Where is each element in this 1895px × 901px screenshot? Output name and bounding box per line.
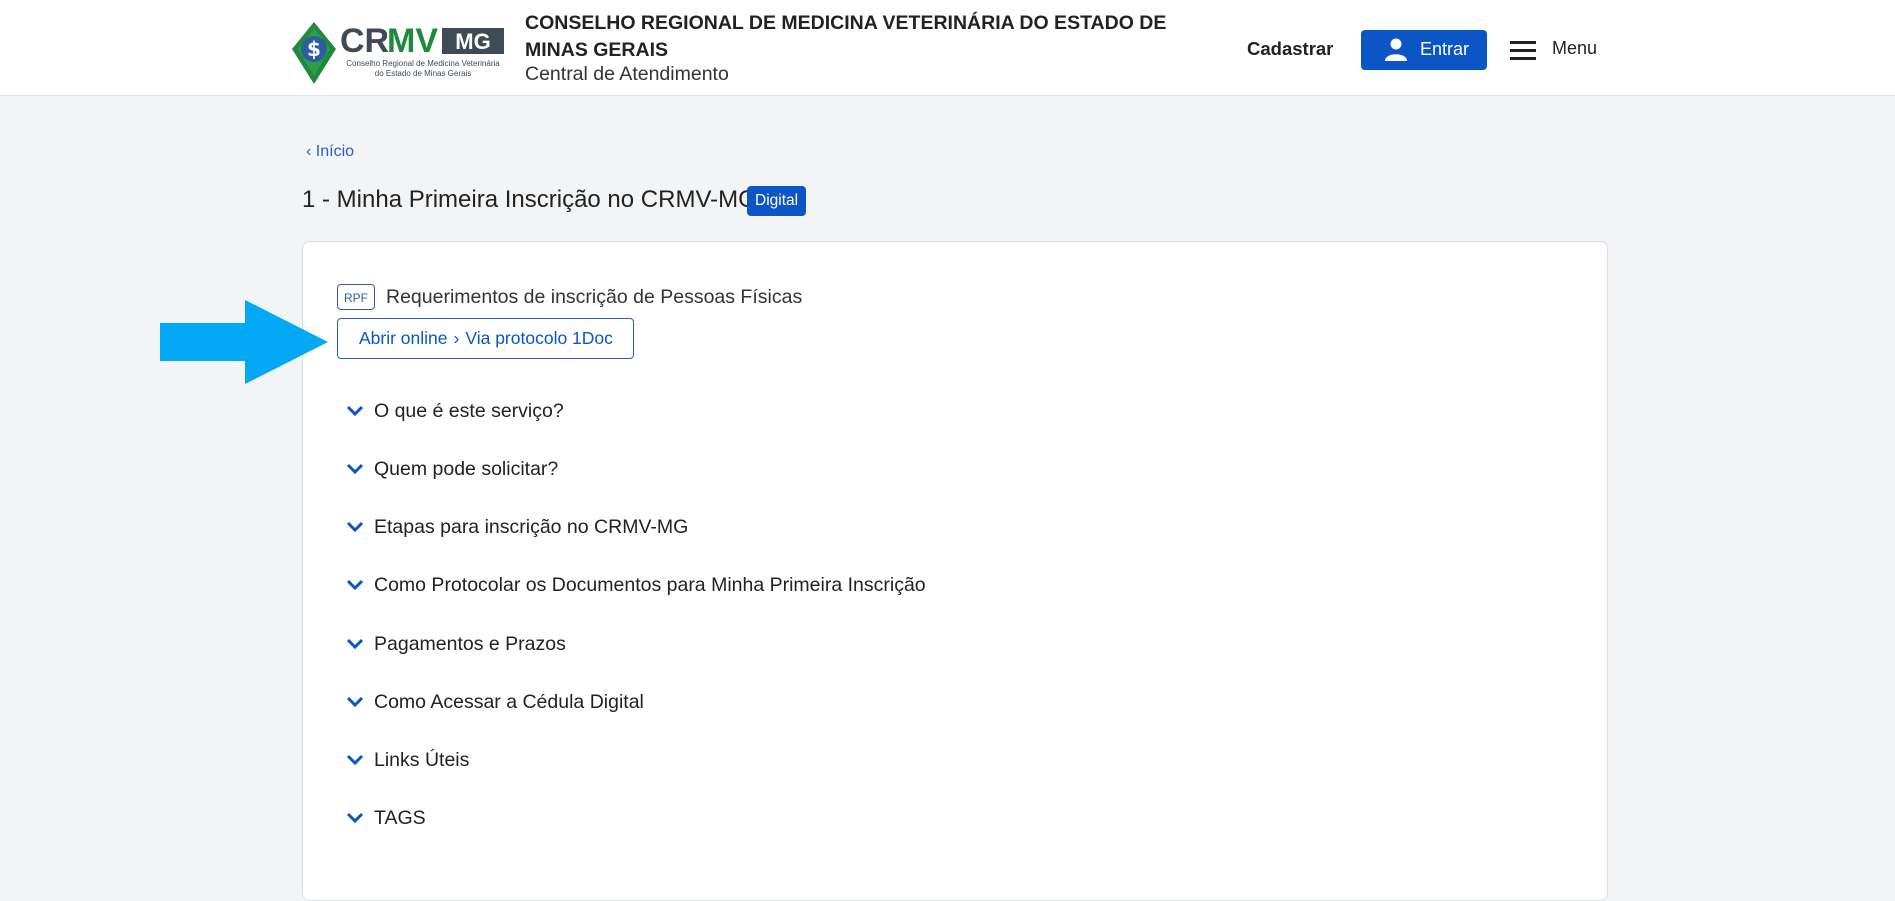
menu-label: Menu <box>1552 38 1598 58</box>
accordion-label: Como Acessar a Cédula Digital <box>374 691 644 713</box>
breadcrumb-back-link[interactable]: ‹ Início <box>306 143 354 161</box>
open-online-via: Via protocolo 1Doc <box>465 328 613 348</box>
accordion-label: TAGS <box>374 807 426 829</box>
user-icon <box>1384 37 1408 66</box>
chevron-down-icon <box>346 576 364 599</box>
svg-text:MV: MV <box>387 22 438 60</box>
svg-text:Conselho Regional de Medicina: Conselho Regional de Medicina Veterinári… <box>346 59 500 68</box>
svg-text:$: $ <box>307 37 321 61</box>
open-online-button[interactable]: Abrir online › Via protocolo 1Doc <box>337 318 634 359</box>
svg-text:do Estado de Minas Gerais: do Estado de Minas Gerais <box>375 69 472 78</box>
open-online-label: Abrir online <box>359 328 448 348</box>
chevron-down-icon <box>346 518 364 541</box>
digital-badge: Digital <box>747 186 807 216</box>
accordion-label: Etapas para inscrição no CRMV-MG <box>374 516 689 538</box>
org-name: CONSELHO REGIONAL DE MEDICINA VETERINÁRI… <box>525 12 1167 61</box>
service-title: Requerimentos de inscrição de Pessoas Fí… <box>386 286 803 308</box>
chevron-down-icon <box>346 809 364 832</box>
login-button[interactable]: Entrar <box>1361 30 1487 70</box>
chevron-down-icon <box>346 402 364 425</box>
accordion-label: Pagamentos e Prazos <box>374 633 566 655</box>
hamburger-icon <box>1510 38 1536 67</box>
open-online-separator: › <box>453 328 460 348</box>
arrow-right-icon <box>160 300 330 389</box>
accordion-label: Como Protocolar os Documentos para Minha… <box>374 574 926 596</box>
login-label: Entrar <box>1420 39 1470 59</box>
svg-text:MG: MG <box>455 29 490 54</box>
register-button[interactable]: Cadastrar <box>1247 38 1333 60</box>
accordion-label: O que é este serviço? <box>374 400 564 422</box>
chevron-down-icon <box>346 693 364 716</box>
service-tag: RPF <box>337 284 375 310</box>
org-subtitle: Central de Atendimento <box>525 63 729 85</box>
accordion-label: Links Úteis <box>374 749 470 771</box>
page-title: 1 - Minha Primeira Inscrição no CRMV-MG <box>302 186 757 213</box>
chevron-down-icon <box>346 751 364 774</box>
crmv-logo[interactable]: $ CR MV MG Conselho Regional de Medicina… <box>292 22 506 84</box>
site-header: $ CR MV MG Conselho Regional de Medicina… <box>0 0 1895 96</box>
svg-text:CR: CR <box>340 22 389 60</box>
chevron-down-icon <box>346 460 364 483</box>
chevron-down-icon <box>346 635 364 658</box>
accordion-label: Quem pode solicitar? <box>374 458 559 480</box>
